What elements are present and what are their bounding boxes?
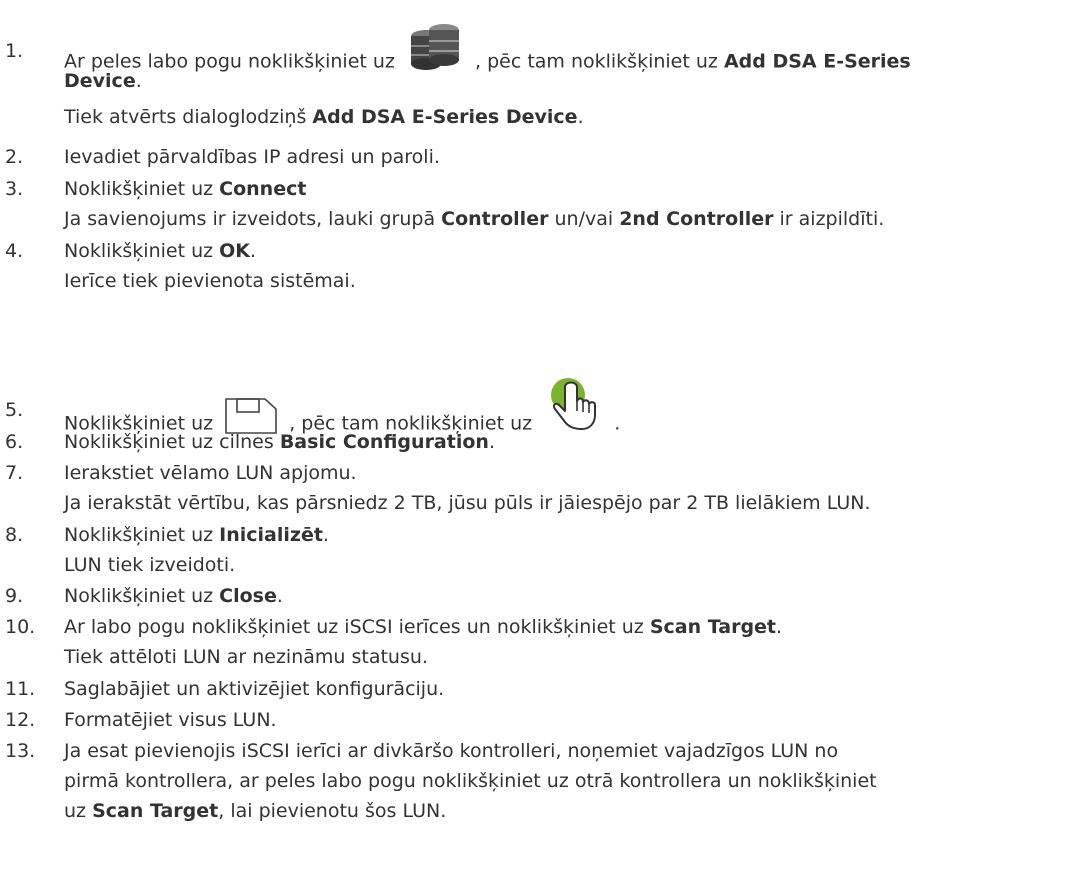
step-4-line-2: Ierīce tiek pievienota sistēmai.: [64, 270, 356, 292]
step-9-line: Noklikšķiniet uz Close.: [64, 585, 283, 607]
step-13-line-3: uz Scan Target, lai pievienotu šos LUN.: [64, 800, 447, 822]
green-hand-click-icon: [544, 375, 602, 433]
step-number: 12.: [5, 709, 36, 731]
step-number: 5.: [5, 399, 24, 421]
step-10-line-2: Tiek attēloti LUN ar nezināmu statusu.: [64, 646, 428, 668]
step-number: 2.: [5, 146, 24, 168]
step-5-line: Noklikšķiniet uz , pēc tam noklikšķiniet…: [64, 378, 1092, 435]
step-number: 11.: [5, 678, 36, 700]
step-number: 7.: [5, 462, 24, 484]
step-number: 9.: [5, 585, 24, 607]
step-2-text: Ievadiet pārvaldības IP adresi un paroli…: [64, 146, 440, 168]
step-11-text: Saglabājiet un aktivizējiet konfigurācij…: [64, 678, 445, 700]
step-3-line-2: Ja savienojums ir izveidots, lauki grupā…: [64, 208, 885, 230]
step-1-line-3: Tiek atvērts dialoglodziņš Add DSA E-Ser…: [64, 106, 584, 128]
step-7-line-2: Ja ierakstāt vērtību, kas pārsniedz 2 TB…: [64, 492, 871, 514]
step-number: 1.: [5, 40, 24, 62]
instruction-list: 1. Ar peles labo pogu noklikšķiniet uz ,…: [0, 0, 1092, 886]
step-7-line-1: Ierakstiet vēlamo LUN apjomu.: [64, 462, 357, 484]
step-12-text: Formatējiet visus LUN.: [64, 709, 277, 731]
step-number: 6.: [5, 431, 24, 453]
step-6-line: Noklikšķiniet uz cilnes Basic Configurat…: [64, 431, 495, 453]
storage-database-icon: [405, 22, 465, 74]
step-number: 3.: [5, 178, 24, 200]
step-number: 13.: [5, 740, 36, 762]
step-8-line-1: Noklikšķiniet uz Inicializēt.: [64, 524, 329, 546]
step-13-line-2: pirmā kontrollera, ar peles labo pogu no…: [64, 770, 877, 792]
step-1-line-1: Ar peles labo pogu noklikšķiniet uz , pē…: [64, 24, 1092, 73]
step-8-line-2: LUN tiek izveidoti.: [64, 554, 236, 576]
step-13-line-1: Ja esat pievienojis iSCSI ierīci ar divk…: [64, 740, 839, 762]
step-4-line-1: Noklikšķiniet uz OK.: [64, 240, 257, 262]
step-3-line-1: Noklikšķiniet uz Connect: [64, 178, 307, 200]
step-10-line-1: Ar labo pogu noklikšķiniet uz iSCSI ierī…: [64, 616, 783, 638]
step-number: 4.: [5, 240, 24, 262]
step-number: 10.: [5, 616, 36, 638]
step-number: 8.: [5, 524, 24, 546]
